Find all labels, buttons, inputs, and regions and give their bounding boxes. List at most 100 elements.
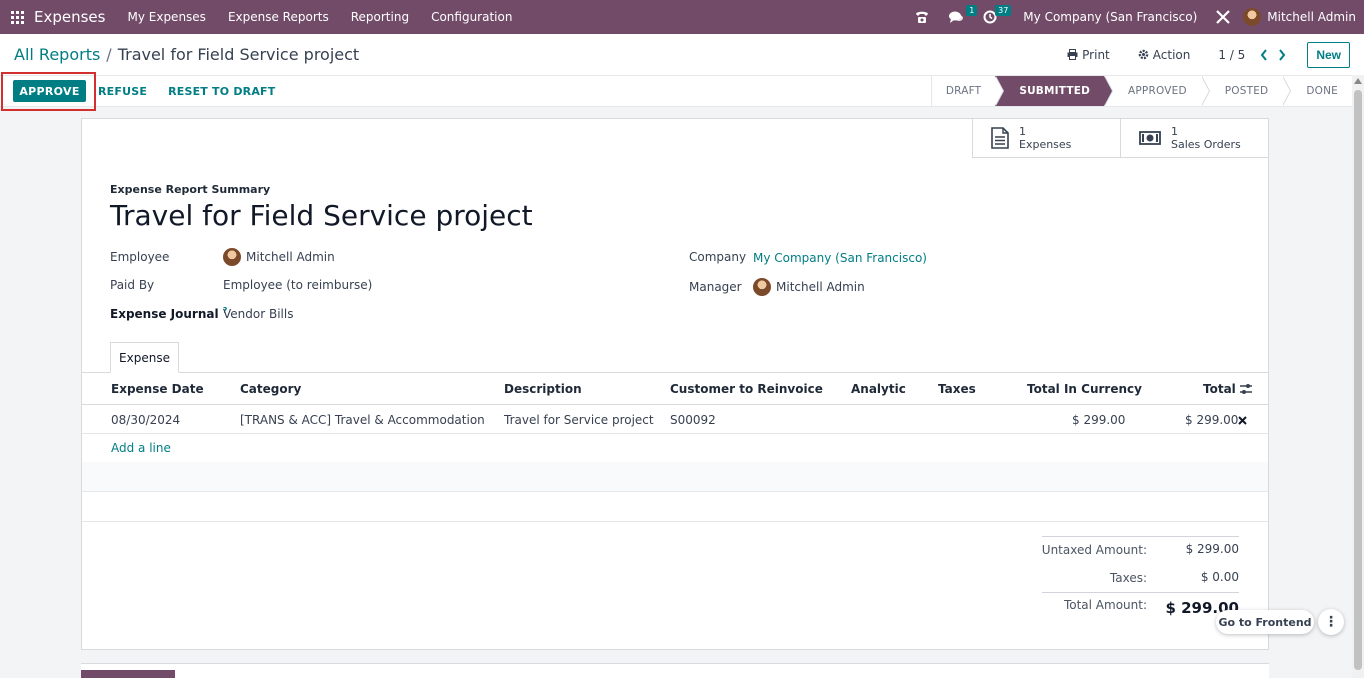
send-message-button[interactable] — [81, 670, 175, 678]
col-expense-date[interactable]: Expense Date — [111, 382, 204, 396]
untaxed-amount-label: Untaxed Amount: — [1041, 543, 1147, 557]
paid-by-label: Paid By — [110, 278, 155, 292]
add-line-row — [82, 434, 1268, 464]
messages-icon[interactable]: 1 — [943, 0, 978, 34]
expense-journal-label: Expense Journal ? — [110, 306, 227, 321]
expenses-label: Expenses — [1019, 138, 1072, 151]
col-total[interactable]: Total — [1203, 382, 1236, 396]
tab-expense[interactable]: Expense — [110, 342, 179, 373]
stage-posted[interactable]: POSTED — [1201, 76, 1291, 106]
sales-orders-count: 1 — [1171, 125, 1178, 138]
manager-label: Manager — [689, 280, 742, 294]
more-options-icon[interactable]: ⋮ — [1318, 609, 1344, 635]
expense-table-header: Expense Date Category Description Custom… — [82, 373, 1268, 405]
user-name: Mitchell Admin — [1267, 10, 1356, 24]
gear-icon — [1138, 49, 1149, 60]
breadcrumb-all-reports[interactable]: All Reports — [14, 45, 100, 64]
messages-badge: 1 — [966, 5, 978, 16]
stage-draft[interactable]: DRAFT — [932, 76, 1005, 106]
pager-previous-icon[interactable] — [1255, 45, 1273, 65]
col-total-in-currency[interactable]: Total In Currency — [1027, 382, 1142, 396]
refuse-button[interactable]: REFUSE — [98, 85, 147, 98]
expenses-smart-button[interactable]: 1 Expenses — [972, 119, 1120, 158]
employee-value: Mitchell Admin — [246, 250, 335, 264]
sales-orders-label: Sales Orders — [1171, 138, 1241, 151]
total-amount-label: Total Amount: — [1063, 598, 1147, 612]
col-category[interactable]: Category — [240, 382, 301, 396]
action-button[interactable]: Action — [1138, 47, 1191, 62]
row-description: Travel for Service project — [504, 413, 654, 427]
apps-menu-icon[interactable] — [0, 0, 34, 34]
company-field[interactable]: My Company (San Francisco) — [753, 251, 927, 265]
app-name[interactable]: Expenses — [34, 8, 105, 26]
col-customer-reinvoice[interactable]: Customer to Reinvoice — [670, 382, 823, 396]
new-button[interactable]: New — [1307, 41, 1350, 68]
add-a-line-link[interactable]: Add a line — [111, 441, 171, 455]
sales-orders-smart-button[interactable]: 1 Sales Orders — [1120, 119, 1268, 158]
totals-bottom-divider — [1042, 592, 1239, 593]
expense-journal-field[interactable]: Vendor Bills — [223, 307, 293, 321]
employee-avatar — [223, 248, 241, 266]
col-description[interactable]: Description — [504, 382, 582, 396]
stage-approved[interactable]: APPROVED — [1104, 76, 1210, 106]
manager-avatar — [753, 278, 771, 296]
company-switcher[interactable]: My Company (San Francisco) — [1023, 10, 1197, 24]
pager-value[interactable]: 1 / 5 — [1218, 48, 1245, 62]
col-taxes[interactable]: Taxes — [938, 382, 976, 396]
form-sheet: 1 Expenses 1 Sales Orders Expense Report S… — [81, 118, 1269, 650]
debug-tools-icon[interactable] — [1211, 0, 1235, 34]
company-label: Company — [689, 250, 747, 264]
taxes-value: $ 0.00 — [1200, 570, 1239, 584]
employee-label: Employee — [110, 250, 170, 264]
employee-field[interactable]: Mitchell Admin — [223, 248, 335, 266]
column-settings-icon[interactable] — [1240, 383, 1252, 398]
user-menu[interactable]: Mitchell Admin — [1243, 8, 1356, 26]
breadcrumb-current: Travel for Field Service project — [117, 45, 360, 64]
empty-row — [82, 492, 1268, 522]
col-analytic[interactable]: Analytic — [851, 382, 906, 396]
phone-icon[interactable] — [909, 0, 935, 34]
delete-row-icon[interactable] — [1238, 414, 1247, 428]
scroll-thumb[interactable] — [1354, 90, 1362, 670]
menu-configuration[interactable]: Configuration — [431, 10, 512, 24]
smart-button-box: 1 Expenses 1 Sales Orders — [972, 119, 1268, 158]
expenses-count: 1 — [1019, 125, 1026, 138]
totals-top-divider — [1042, 536, 1239, 537]
money-icon — [1139, 131, 1161, 145]
chatter-area — [81, 663, 1269, 678]
print-button[interactable]: Print — [1067, 48, 1110, 62]
summary-label: Expense Report Summary — [110, 183, 271, 196]
row-customer: S00092 — [670, 413, 716, 427]
paid-by-field[interactable]: Employee (to reimburse) — [223, 278, 372, 292]
control-panel: All Reports / Travel for Field Service p… — [0, 34, 1364, 75]
menu-expense-reports[interactable]: Expense Reports — [228, 10, 329, 24]
breadcrumb-separator: / — [106, 45, 112, 64]
menu-reporting[interactable]: Reporting — [351, 10, 409, 24]
manager-value: Mitchell Admin — [776, 280, 865, 294]
approve-highlight-box — [1, 72, 96, 111]
row-category: [TRANS & ACC] Travel & Accommodation — [240, 413, 485, 427]
page-scrollbar[interactable] — [1352, 75, 1364, 678]
print-label: Print — [1082, 47, 1110, 62]
reset-to-draft-button[interactable]: RESET TO DRAFT — [168, 85, 275, 98]
row-total-currency: $ 299.00 — [1072, 413, 1126, 427]
print-icon — [1067, 49, 1078, 60]
user-avatar — [1243, 8, 1262, 26]
row-date: 08/30/2024 — [111, 413, 181, 427]
stage-submitted[interactable]: SUBMITTED — [995, 76, 1113, 106]
activities-clock-icon[interactable]: 37 — [977, 0, 1012, 34]
document-icon — [991, 127, 1009, 149]
go-to-frontend-button[interactable]: Go to Frontend — [1216, 610, 1314, 634]
stage-done[interactable]: DONE — [1282, 76, 1352, 106]
row-total: $ 299.00 — [1185, 413, 1239, 427]
action-label: Action — [1152, 47, 1191, 62]
empty-row — [82, 462, 1268, 492]
manager-field[interactable]: Mitchell Admin — [753, 278, 865, 296]
table-row[interactable]: 08/30/2024 [TRANS & ACC] Travel & Accomm… — [82, 405, 1268, 434]
record-title[interactable]: Travel for Field Service project — [110, 199, 533, 232]
scroll-up-icon[interactable] — [1354, 78, 1362, 84]
pager-next-icon[interactable] — [1273, 45, 1291, 65]
menu-my-expenses[interactable]: My Expenses — [127, 10, 205, 24]
status-bar: APPROVE REFUSE RESET TO DRAFT DRAFT SUBM… — [0, 75, 1352, 107]
breadcrumb: All Reports / Travel for Field Service p… — [14, 45, 359, 64]
